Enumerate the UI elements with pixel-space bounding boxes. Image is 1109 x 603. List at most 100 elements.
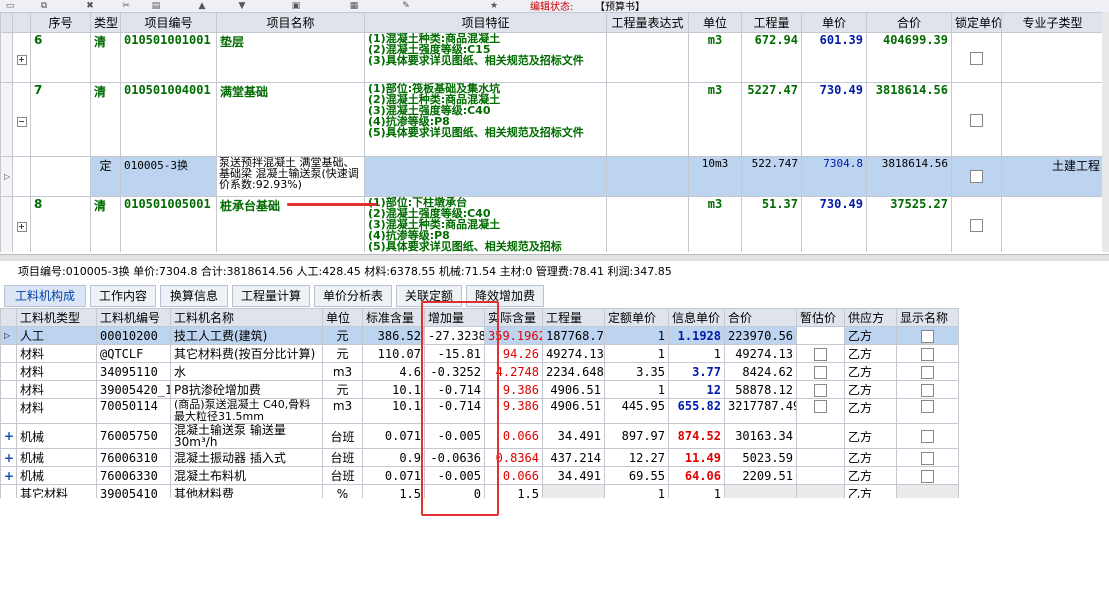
cell-total: 49274.13 <box>724 344 797 363</box>
show-name-checkbox[interactable] <box>921 430 934 443</box>
table-row[interactable]: + 8 清 010501005001 桩承台基础 (1)部位:下柱墩承台 (2)… <box>0 196 1104 252</box>
vertical-scrollbar[interactable] <box>1102 12 1109 252</box>
image-icon[interactable]: ▣ <box>290 1 302 11</box>
expand-icon[interactable]: + <box>16 54 27 65</box>
edit-icon[interactable]: ✎ <box>400 1 412 11</box>
show-name-checkbox[interactable] <box>921 365 934 379</box>
cell-qty: 34.491 <box>542 423 605 449</box>
delete-icon[interactable]: ✖ <box>84 1 96 11</box>
header-feature[interactable]: 项目特征 <box>364 12 607 33</box>
header-info-price[interactable]: 信息单价 <box>668 308 725 327</box>
star-icon[interactable]: ★ <box>488 1 500 11</box>
header-show-name[interactable]: 显示名称 <box>896 308 959 327</box>
table-row-selected[interactable]: ▷ 定 010005-3换 Bz 泵送预拌混凝土 满堂基础、基础梁 混凝土输送泵… <box>0 156 1104 197</box>
cell-code: 70050114 <box>96 398 171 424</box>
cell-seq: 8 <box>30 196 91 252</box>
lock-price-checkbox[interactable] <box>970 113 983 127</box>
lock-price-checkbox[interactable] <box>970 51 983 65</box>
cell-quota-price: 3.35 <box>604 362 669 381</box>
cell-type: 材料 <box>16 362 97 381</box>
header-unit[interactable]: 单位 <box>688 12 742 33</box>
expand-icon[interactable]: + <box>0 423 17 449</box>
cell-type: 人工 <box>16 326 97 345</box>
cell-unit: m3 <box>322 362 363 381</box>
cell-quota-price: 12.27 <box>604 448 669 467</box>
header-name[interactable]: 项目名称 <box>216 12 365 33</box>
header-temp-price[interactable]: 暂估价 <box>796 308 845 327</box>
show-name-checkbox[interactable] <box>921 451 934 465</box>
temp-price-checkbox[interactable] <box>814 400 827 413</box>
paste-icon[interactable]: ▤ <box>150 1 162 11</box>
show-name-checkbox[interactable] <box>921 469 934 483</box>
collapse-icon[interactable]: − <box>16 116 27 127</box>
header-res-type[interactable]: 工料机类型 <box>16 308 97 327</box>
temp-price-checkbox[interactable] <box>814 365 827 379</box>
header-std-content[interactable]: 标准含量 <box>362 308 425 327</box>
tab-quantity-calc[interactable]: 工程量计算 <box>232 285 310 307</box>
header-subtype[interactable]: 专业子类型 <box>1001 12 1104 33</box>
cell-unit: 元 <box>322 344 363 363</box>
header-qty[interactable]: 工程量 <box>741 12 802 33</box>
header-res-qty[interactable]: 工程量 <box>542 308 605 327</box>
table-row[interactable]: + 6 清 010501001001 垫层 (1)混凝土种类:商品混凝土 (2)… <box>0 32 1104 83</box>
lock-price-checkbox[interactable] <box>970 170 983 184</box>
show-name-checkbox[interactable] <box>921 347 934 361</box>
temp-price-checkbox[interactable] <box>814 347 827 361</box>
copy-icon[interactable]: ⧉ <box>38 1 50 11</box>
cell-unit: 元 <box>322 326 363 345</box>
header-quota-price[interactable]: 定额单价 <box>604 308 669 327</box>
cell-qty: 49274.132 <box>542 344 605 363</box>
header-qty-expr[interactable]: 工程量表达式 <box>606 12 689 33</box>
highlight-box-annotation <box>421 301 499 516</box>
header-supplier[interactable]: 供应方 <box>844 308 897 327</box>
cell-price: 7304.8 <box>801 156 867 197</box>
panel-splitter[interactable] <box>0 254 1109 261</box>
show-name-checkbox[interactable] <box>921 400 934 413</box>
header-res-unit[interactable]: 单位 <box>322 308 363 327</box>
cell-total: 30163.34 <box>724 423 797 449</box>
table-row[interactable]: − 7 清 010501004001 满堂基础 (1)部位:筏板基础及集水坑 (… <box>0 82 1104 157</box>
cell-name: 泵送预拌混凝土 满堂基础、基础梁 混凝土输送泵(快速调价系数:92.93%) <box>219 156 359 191</box>
cell-supplier: 乙方 <box>844 344 897 363</box>
tab-material-composition[interactable]: 工料机构成 <box>4 285 86 307</box>
header-price[interactable]: 单价 <box>801 12 867 33</box>
move-down-icon[interactable]: ▼ <box>236 1 248 11</box>
cell-total <box>724 484 797 498</box>
move-up-icon[interactable]: ▲ <box>196 1 208 11</box>
cell-qty: 5227.47 <box>741 82 802 157</box>
tab-price-analysis[interactable]: 单价分析表 <box>314 285 392 307</box>
header-res-name[interactable]: 工料机名称 <box>170 308 323 327</box>
show-name-checkbox[interactable] <box>921 329 934 343</box>
cell-info-price: 3.77 <box>668 362 725 381</box>
cut-icon[interactable]: ✂ <box>120 1 132 11</box>
lock-price-checkbox[interactable] <box>970 218 983 232</box>
header-type[interactable]: 类型 <box>90 12 121 33</box>
cell-supplier: 乙方 <box>844 423 897 449</box>
header-res-total[interactable]: 合价 <box>724 308 797 327</box>
cell-type: 清 <box>90 196 121 252</box>
show-name-checkbox[interactable] <box>921 383 934 397</box>
new-icon[interactable]: ▭ <box>4 1 16 11</box>
cell-code: 76006330 <box>96 466 171 485</box>
expand-icon[interactable]: + <box>0 448 17 467</box>
temp-price-checkbox[interactable] <box>814 383 827 397</box>
cell-total: 58878.12 <box>724 380 797 399</box>
cell-std: 386.52 <box>362 326 425 345</box>
cell-total: 2209.51 <box>724 466 797 485</box>
cell-supplier: 乙方 <box>844 466 897 485</box>
header-total[interactable]: 合价 <box>866 12 952 33</box>
header-res-code[interactable]: 工料机编号 <box>96 308 171 327</box>
cell-total: 8424.62 <box>724 362 797 381</box>
expand-icon[interactable]: + <box>0 466 17 485</box>
cell-code: 010501001001 <box>120 32 217 83</box>
expand-icon[interactable]: + <box>16 221 27 232</box>
header-seq[interactable]: 序号 <box>30 12 91 33</box>
cell-total: 37525.27 <box>866 196 952 252</box>
tab-conversion-info[interactable]: 换算信息 <box>160 285 228 307</box>
tab-work-content[interactable]: 工作内容 <box>90 285 156 307</box>
bill-table: 序号 类型 项目编号 项目名称 项目特征 工程量表达式 单位 工程量 单价 合价… <box>0 12 1104 252</box>
format-icon[interactable]: ▦ <box>348 1 360 11</box>
cell-info-price: 12 <box>668 380 725 399</box>
header-code[interactable]: 项目编号 <box>120 12 217 33</box>
header-lock[interactable]: 锁定单价 <box>951 12 1002 33</box>
